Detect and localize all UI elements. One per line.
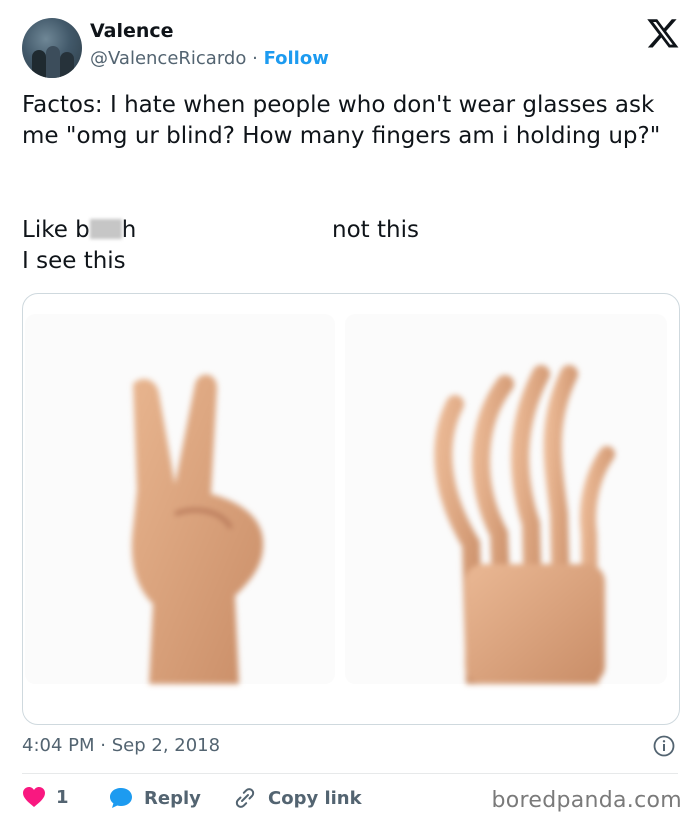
copy-link-button[interactable]: Copy link <box>232 786 362 810</box>
avatar[interactable] <box>22 18 82 78</box>
x-logo-icon[interactable] <box>646 16 680 50</box>
link-icon <box>235 788 255 808</box>
tweet-meta: 4:04 PM · Sep 2, 2018 <box>22 735 220 756</box>
censor-blur <box>89 219 122 239</box>
peace-hand-icon <box>131 374 264 684</box>
caption-left-line2: I see this <box>22 248 126 274</box>
reply-button[interactable]: Reply <box>108 786 201 810</box>
media-right-image[interactable] <box>345 314 667 684</box>
tweet-time[interactable]: 4:04 PM <box>22 735 95 756</box>
wavy-hand-icon <box>434 365 615 684</box>
info-icon[interactable] <box>653 735 675 757</box>
caption-left-end: h <box>121 217 137 243</box>
media-left-image[interactable] <box>25 314 335 684</box>
divider <box>22 773 678 774</box>
meta-separator: · <box>100 735 106 756</box>
tweet-text: Factos: I hate when people who don't wea… <box>22 92 662 149</box>
like-count: 1 <box>56 786 69 808</box>
follow-button[interactable]: Follow <box>264 48 329 69</box>
watermark: boredpanda.com <box>491 788 682 813</box>
heart-icon <box>23 787 45 807</box>
handle[interactable]: @ValenceRicardo <box>90 48 246 69</box>
reply-label: Reply <box>144 787 201 809</box>
tweet-media[interactable] <box>22 293 680 725</box>
display-name[interactable]: Valence <box>90 20 174 42</box>
like-button[interactable]: 1 <box>22 786 69 808</box>
caption-left-start: Like b <box>22 217 90 243</box>
copy-link-label: Copy link <box>268 787 362 809</box>
handle-row: @ValenceRicardo · Follow <box>90 48 329 69</box>
separator: · <box>252 48 258 69</box>
caption-right: not this <box>332 217 419 243</box>
reply-bubble-icon <box>110 788 132 808</box>
caption-left: Like b h I see this <box>22 215 136 277</box>
tweet-date[interactable]: Sep 2, 2018 <box>112 735 220 756</box>
tweet-header: Valence @ValenceRicardo · Follow <box>22 16 680 80</box>
